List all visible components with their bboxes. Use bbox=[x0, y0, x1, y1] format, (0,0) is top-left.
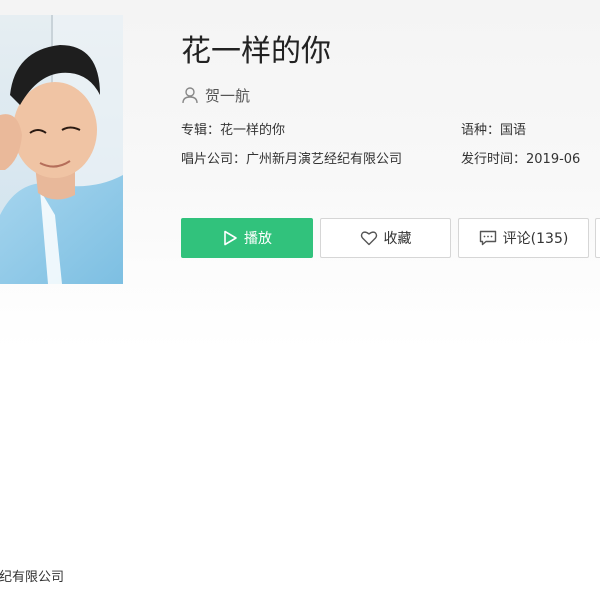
album-link[interactable]: 花一样的你 bbox=[220, 123, 285, 138]
footer-company-text: 演艺经纪有限公司 bbox=[0, 570, 65, 585]
language-value: 国语 bbox=[500, 123, 527, 138]
play-label: 播放 bbox=[244, 231, 272, 247]
song-detail-page: 花一样的你 贺一航 专辑：花一样的你 唱片公司：广州新月演艺经纪有限公司 语种：… bbox=[0, 0, 600, 600]
company-label: 唱片公司： bbox=[181, 152, 247, 167]
comment-label: 评论(135) bbox=[502, 231, 569, 247]
play-button[interactable]: 播放 bbox=[181, 218, 313, 258]
album-label: 专辑： bbox=[181, 123, 221, 138]
artist-row[interactable]: 贺一航 bbox=[181, 84, 250, 106]
favorite-button[interactable]: 收藏 bbox=[320, 218, 451, 258]
language-label: 语种： bbox=[461, 123, 501, 138]
user-icon bbox=[181, 86, 199, 104]
artist-name[interactable]: 贺一航 bbox=[205, 85, 250, 106]
language-info: 语种：国语 bbox=[461, 122, 526, 140]
play-icon bbox=[222, 230, 238, 246]
release-date: 2019-06 bbox=[526, 152, 581, 167]
comment-icon bbox=[479, 230, 497, 246]
company-info: 唱片公司：广州新月演艺经纪有限公司 bbox=[181, 151, 402, 169]
release-info: 发行时间：2019-06 bbox=[461, 151, 580, 169]
album-cover-art bbox=[0, 15, 123, 284]
album-cover[interactable] bbox=[0, 15, 123, 284]
heart-icon bbox=[360, 230, 378, 246]
company-name: 广州新月演艺经纪有限公司 bbox=[246, 152, 403, 167]
more-button[interactable] bbox=[595, 218, 600, 258]
comment-button[interactable]: 评论(135) bbox=[458, 218, 589, 258]
release-label: 发行时间： bbox=[461, 152, 527, 167]
favorite-label: 收藏 bbox=[383, 231, 412, 247]
album-info: 专辑：花一样的你 bbox=[181, 122, 285, 140]
song-title: 花一样的你 bbox=[181, 34, 331, 69]
